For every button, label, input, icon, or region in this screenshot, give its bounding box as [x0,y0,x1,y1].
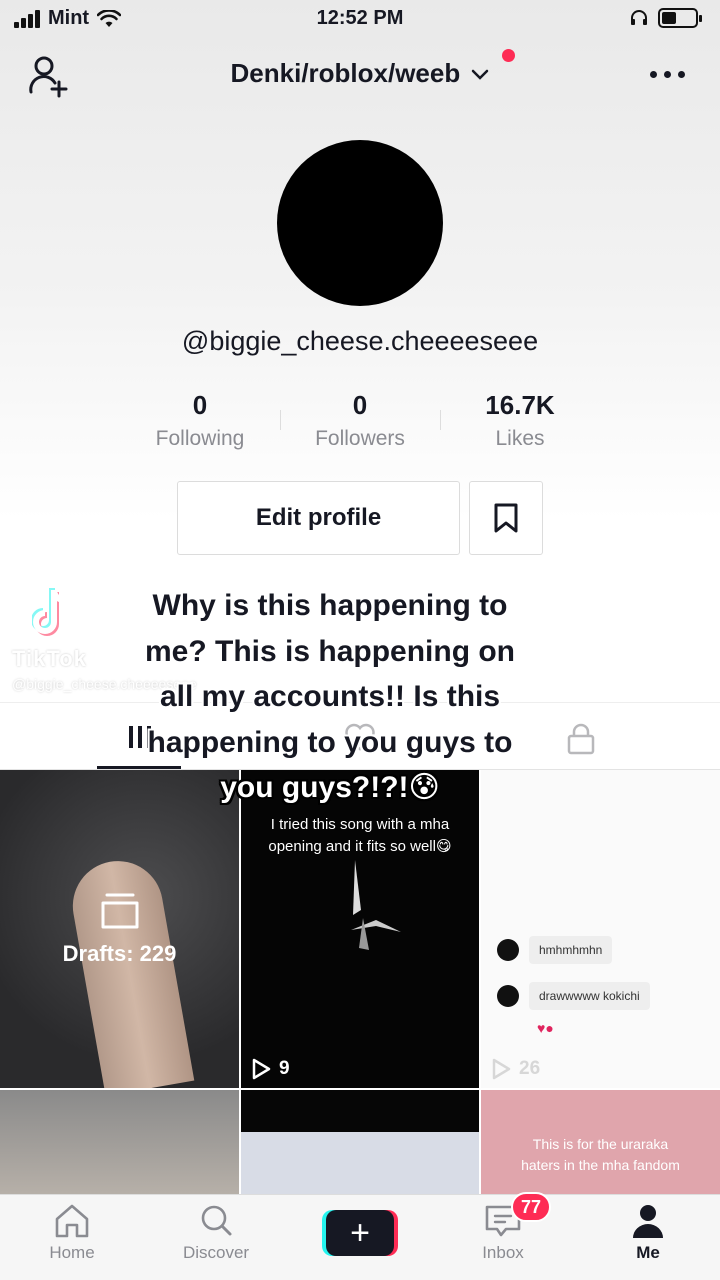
create-video-button[interactable]: + [322,1210,398,1256]
profile-username: @biggie_cheese.cheeeeseee [181,326,539,356]
likes-label: Likes [495,427,545,450]
search-icon [201,1205,232,1236]
watermark-brand: TikTok [12,646,87,671]
sparkle-graphic [351,860,401,950]
drafts-box-icon [101,893,138,929]
chat-row: hmhmhmhn [497,936,613,964]
profile-person-icon [633,1205,663,1238]
video-tile[interactable] [0,1090,239,1200]
status-bar: Mint 12:52 PM [0,0,720,40]
overlay-line: you guys?!?!😰 [220,771,440,804]
video-grid: Drafts: 229 I tried this song with a mha… [0,770,720,1200]
chevron-down-icon [472,69,489,80]
followers-count: 0 [352,390,368,420]
nav-discover-label: Discover [182,1243,250,1262]
video-tile[interactable]: I tried this song with a mha opening and… [241,770,479,1088]
nav-home-label: Home [49,1243,95,1262]
chat-avatar [497,939,519,961]
chat-avatar [497,985,519,1007]
more-icon[interactable] [650,64,690,84]
home-icon [55,1204,89,1238]
video-tile[interactable] [241,1090,479,1200]
play-count: 9 [251,1058,290,1080]
play-icon [492,1058,511,1080]
overlay-line: all my accounts!! Is this [159,680,501,713]
tiktok-logo-icon [32,588,65,636]
following-label: Following [155,427,245,450]
chat-bubble: drawwwww kokichi [529,982,650,1010]
followers-label: Followers [315,427,405,450]
video-tile[interactable]: hmhmhmhn drawwwww kokichi ♥● 26 [481,770,720,1088]
status-time: 12:52 PM [316,7,404,29]
play-icon [252,1058,271,1080]
likes-count: 16.7K [485,390,555,420]
account-name: Denki/roblox/weeb [230,58,461,88]
heart-icon: ♥● [537,1020,554,1036]
stat-followers[interactable]: 0 Followers [280,390,440,460]
nav-inbox-label: Inbox [482,1243,524,1262]
play-count: 26 [491,1058,540,1080]
drafts-tile[interactable]: Drafts: 229 [0,770,239,1088]
nav-me[interactable]: Me [593,1203,703,1263]
drafts-overlay: Drafts: 229 [0,770,239,1088]
video-tile[interactable]: This is for the uraraka haters in the mh… [481,1090,720,1200]
battery-icon [658,8,702,28]
profile-header: Denki/roblox/weeb [0,49,720,100]
private-lock-icon[interactable] [566,723,596,755]
overlay-line: Why is this happening to [152,589,508,622]
stat-likes[interactable]: 16.7K Likes [440,390,600,460]
following-count: 0 [192,390,208,420]
plus-icon: + [326,1210,394,1256]
chat-bubble: hmhmhmhn [529,936,613,964]
overlay-line: happening to you guys to [147,725,513,759]
chat-row: drawwwww kokichi [497,982,650,1010]
overlay-line: me? This is happening on [144,634,516,668]
notification-dot [502,49,515,62]
bottom-nav: Home Discover + Inbox Me [0,1194,720,1280]
favorites-button[interactable] [469,481,543,555]
edit-profile-button[interactable]: Edit profile [177,481,460,555]
overlay-caption: Why is this happening to me? This is hap… [100,583,560,811]
account-switcher[interactable]: Denki/roblox/weeb [0,58,720,89]
video-caption: I tried this song with a mha opening and… [268,816,452,855]
profile-stats: 0 Following 0 Followers 16.7K Likes [120,390,600,460]
stat-following[interactable]: 0 Following [120,390,280,460]
nav-home[interactable]: Home [17,1203,127,1263]
inbox-badge: 77 [511,1192,552,1222]
status-right [630,8,702,28]
avatar[interactable] [277,140,443,306]
video-caption: This is for the uraraka haters in the mh… [521,1136,680,1173]
headphones-icon [631,10,647,25]
thumbnail-cartoon [241,1132,479,1200]
drafts-label: Drafts: 229 [62,941,177,966]
battery-fill [662,12,676,24]
nav-discover[interactable]: Discover [161,1203,271,1263]
nav-me-label: Me [636,1243,660,1262]
bookmark-icon [494,503,518,533]
